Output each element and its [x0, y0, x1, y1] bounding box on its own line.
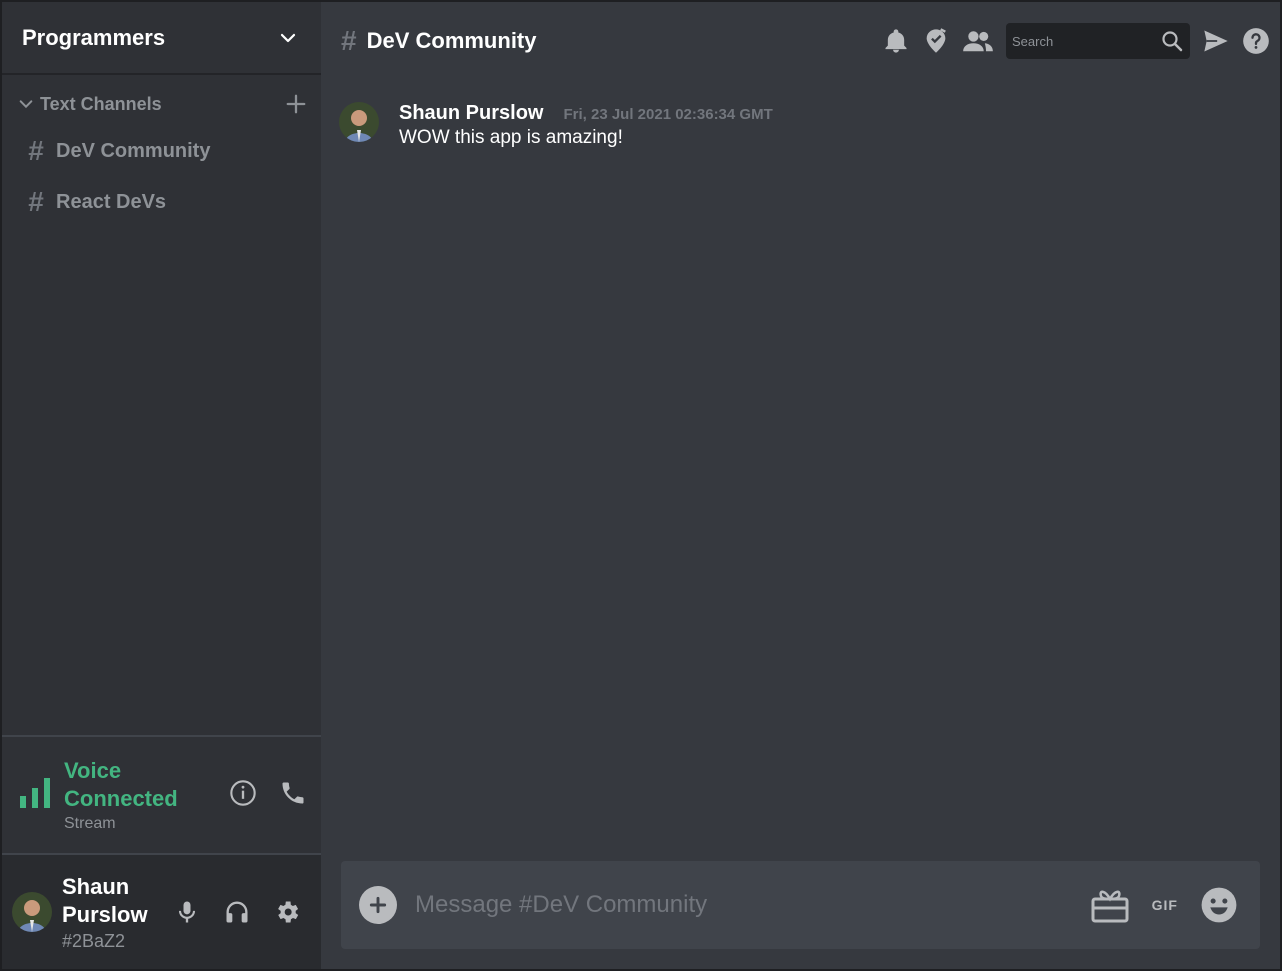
- message-item: Shaun Purslow Fri, 23 Jul 2021 02:36:34 …: [339, 102, 1262, 149]
- server-name: Programmers: [22, 24, 166, 50]
- category-label: Text Channels: [40, 93, 162, 114]
- members-icon[interactable]: [962, 27, 994, 55]
- voice-panel: Voice Connected Stream: [2, 735, 321, 853]
- voice-status: Voice Connected: [64, 758, 178, 811]
- hash-icon: #: [28, 135, 44, 166]
- channel-item-react-devs[interactable]: # React DeVs: [2, 183, 321, 221]
- add-attachment-button[interactable]: [359, 886, 397, 924]
- avatar[interactable]: [12, 892, 52, 932]
- chevron-down-icon: [19, 100, 33, 109]
- message-author[interactable]: Shaun Purslow: [399, 102, 543, 125]
- message-timestamp: Fri, 23 Jul 2021 02:36:34 GMT: [563, 106, 773, 123]
- help-icon[interactable]: [1242, 27, 1270, 55]
- phone-icon[interactable]: [279, 779, 307, 807]
- hash-icon: #: [341, 25, 357, 56]
- info-icon[interactable]: [229, 779, 257, 807]
- bell-icon[interactable]: [882, 27, 910, 55]
- user-name: Shaun Purslow: [62, 873, 148, 927]
- voice-substatus: Stream: [64, 815, 116, 832]
- message-list: Shaun Purslow Fri, 23 Jul 2021 02:36:34 …: [321, 80, 1280, 969]
- channel-header: # DeV Community: [321, 2, 1280, 80]
- hash-icon: #: [28, 186, 44, 217]
- send-icon[interactable]: [1202, 27, 1230, 55]
- channel-list: Text Channels # DeV Community # React De…: [2, 75, 321, 735]
- message-composer: GIF: [341, 861, 1260, 949]
- search-input[interactable]: [1012, 33, 1152, 49]
- search-icon[interactable]: [1160, 29, 1184, 53]
- headphones-icon[interactable]: [223, 898, 251, 926]
- message-input[interactable]: [415, 891, 1090, 919]
- server-header[interactable]: Programmers: [2, 2, 321, 75]
- channel-label: DeV Community: [56, 139, 211, 162]
- pin-icon[interactable]: [922, 27, 950, 55]
- avatar[interactable]: [339, 102, 379, 142]
- search-box[interactable]: [1006, 23, 1190, 59]
- signal-icon: [20, 778, 50, 808]
- user-panel: Shaun Purslow #2BaZ2: [2, 853, 321, 969]
- emoji-icon[interactable]: [1200, 886, 1238, 924]
- channel-title: DeV Community: [366, 28, 537, 53]
- add-channel-icon[interactable]: [285, 93, 307, 115]
- app-window: Programmers Text Channels # DeV Communit…: [2, 2, 1280, 969]
- gif-button[interactable]: GIF: [1152, 897, 1178, 913]
- chat-area: # DeV Community Search Shaun Purslow Fri…: [321, 2, 1280, 969]
- chevron-down-icon[interactable]: [279, 29, 297, 47]
- microphone-icon[interactable]: [173, 898, 201, 926]
- channel-label: React DeVs: [56, 190, 167, 213]
- sidebar: Programmers Text Channels # DeV Communit…: [2, 2, 321, 969]
- gift-icon[interactable]: [1090, 886, 1130, 924]
- user-tag: #2BaZ2: [62, 930, 126, 951]
- channel-item-dev-community[interactable]: # DeV Community: [2, 132, 321, 170]
- channel-category[interactable]: Text Channels: [2, 89, 321, 119]
- message-text: WOW this app is amazing!: [399, 127, 623, 148]
- gear-icon[interactable]: [273, 898, 301, 926]
- plus-icon: [369, 896, 387, 914]
